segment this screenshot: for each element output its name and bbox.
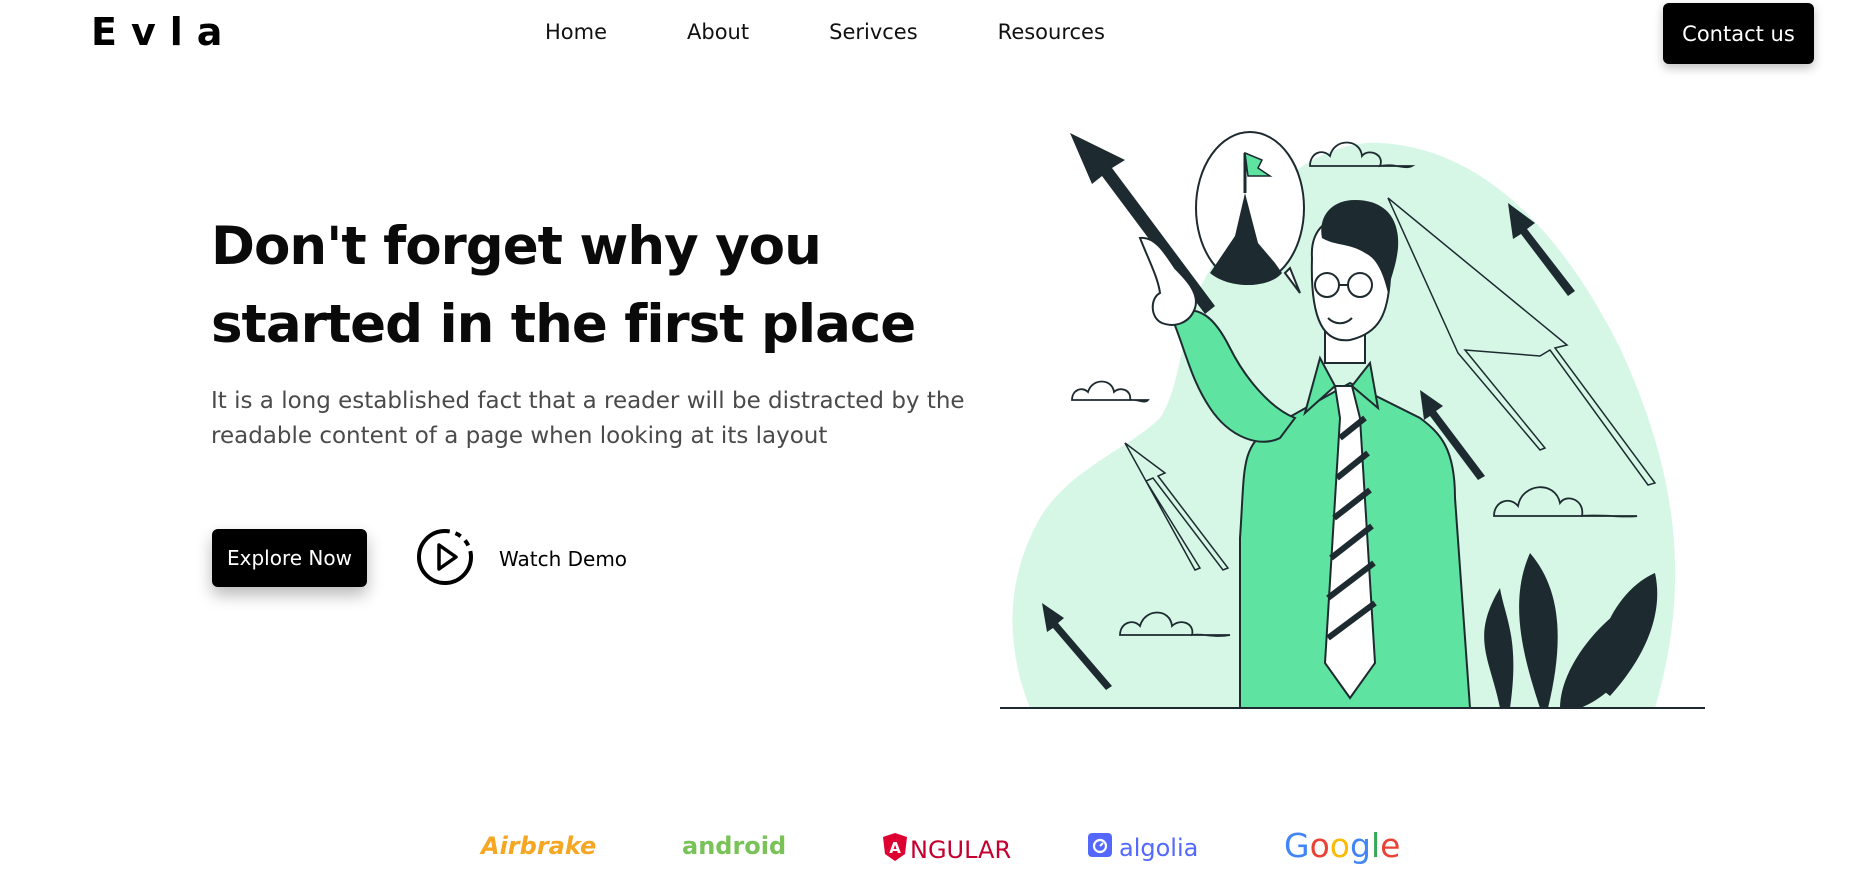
- nav-services[interactable]: Serivces: [829, 20, 918, 44]
- angular-wordmark: NGULAR: [910, 836, 1012, 864]
- hero-title: Don't forget why you started in the firs…: [211, 216, 916, 355]
- arrow-icon: [1070, 133, 1215, 314]
- hero-illustration: [1000, 118, 1705, 710]
- main-nav: Home About Serivces Resources: [545, 20, 1185, 44]
- google-letter: g: [1349, 826, 1371, 865]
- nav-about[interactable]: About: [687, 20, 749, 44]
- angular-shield-icon: A: [882, 832, 908, 868]
- watch-demo-label[interactable]: Watch Demo: [499, 547, 627, 571]
- google-letter: o: [1309, 826, 1330, 865]
- nav-resources[interactable]: Resources: [998, 20, 1105, 44]
- nav-home[interactable]: Home: [545, 20, 607, 44]
- google-logo: Google: [1284, 826, 1400, 865]
- airbrake-logo: Airbrake: [481, 832, 597, 860]
- google-letter: e: [1380, 826, 1401, 865]
- google-letter: l: [1370, 826, 1381, 865]
- angular-logo: A NGULAR: [882, 832, 1011, 868]
- svg-text:A: A: [889, 839, 901, 857]
- hero-description: It is a long established fact that a rea…: [211, 388, 965, 449]
- algolia-wordmark: algolia: [1119, 834, 1199, 862]
- google-letter: G: [1284, 826, 1310, 865]
- algolia-logo: algolia: [1087, 832, 1198, 864]
- algolia-logo-icon: [1087, 832, 1113, 864]
- android-logo: android: [682, 832, 787, 860]
- businessman-pointing-illustration: [1000, 131, 1705, 709]
- watch-demo-link[interactable]: Watch Demo: [415, 529, 627, 589]
- google-letter: o: [1329, 826, 1350, 865]
- play-circle-icon[interactable]: [415, 527, 475, 591]
- logo[interactable]: Evla: [91, 10, 236, 54]
- contact-button[interactable]: Contact us: [1663, 3, 1814, 64]
- explore-button[interactable]: Explore Now: [212, 529, 367, 587]
